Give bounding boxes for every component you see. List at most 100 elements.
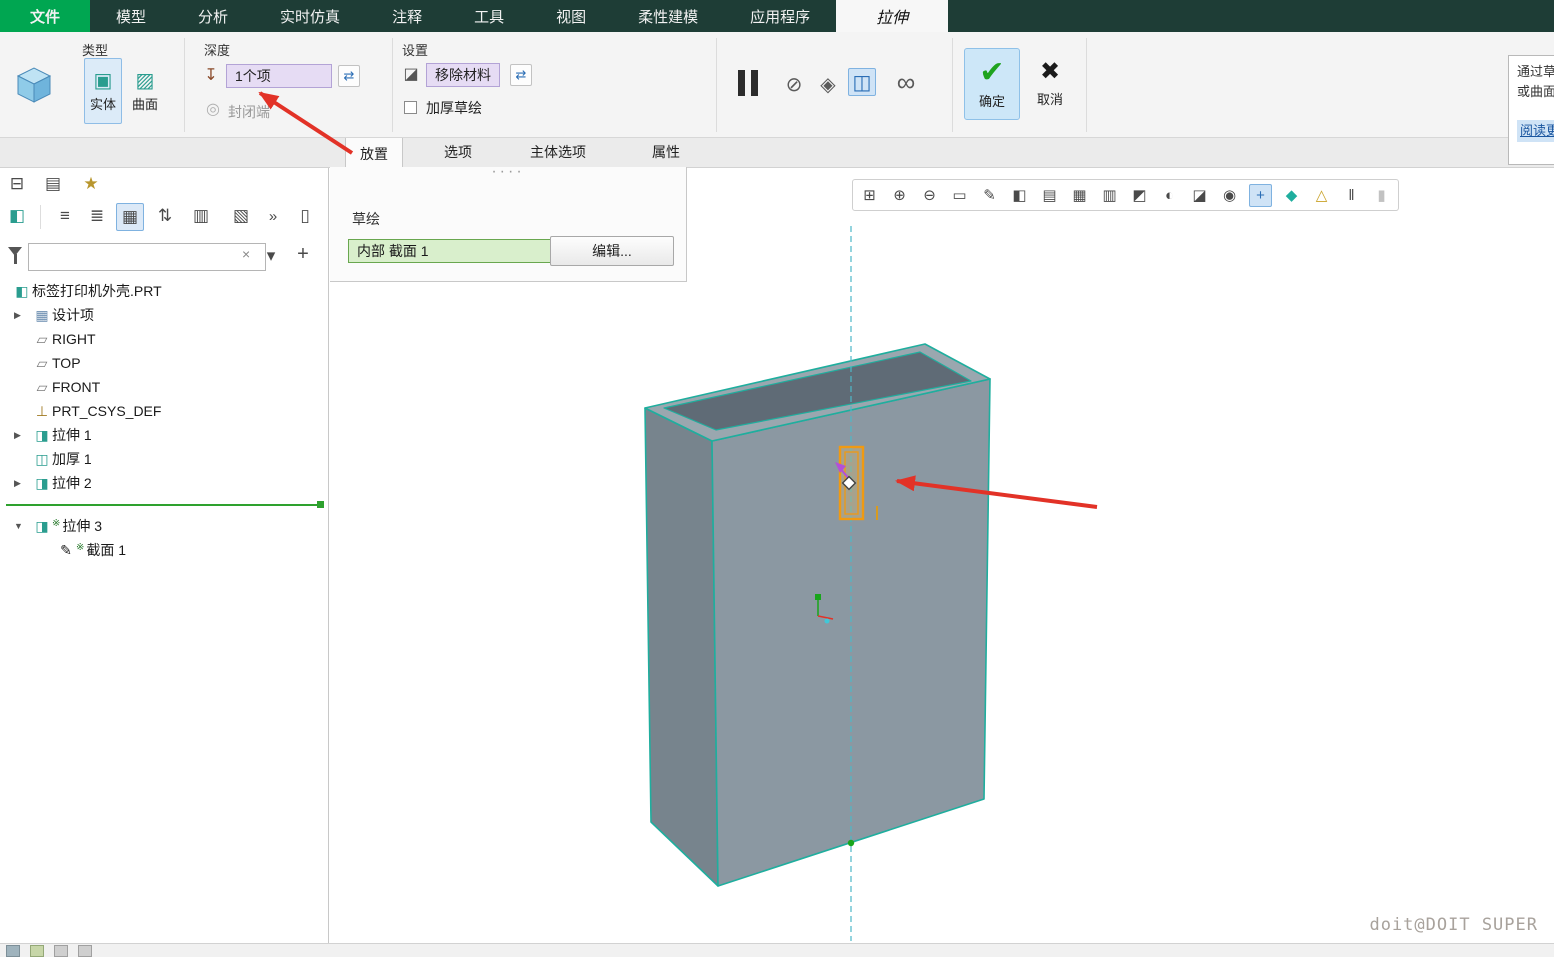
tree-settings-doc-icon[interactable]: ▯: [292, 203, 318, 229]
tree-item-thicken-1[interactable]: ◫ 加厚 1: [0, 447, 328, 471]
attached-preview-icon[interactable]: ◫: [848, 68, 876, 96]
expand-arrow-icon[interactable]: ▶: [14, 478, 32, 489]
flip-material-side-button[interactable]: ⇄: [510, 64, 532, 86]
solid-type-button[interactable]: ▣ 实体: [84, 58, 122, 124]
tab-options[interactable]: 选项: [430, 137, 486, 167]
menu-annotate[interactable]: 注释: [366, 0, 448, 32]
tree-search-input[interactable]: [28, 243, 266, 271]
menu-view[interactable]: 视图: [530, 0, 612, 32]
annotation-display-icon[interactable]: ◉: [1219, 185, 1240, 206]
tab-body-options[interactable]: 主体选项: [516, 137, 600, 167]
in-progress-marker: ※: [76, 542, 84, 553]
menu-analysis[interactable]: 分析: [172, 0, 254, 32]
zoom-region-icon[interactable]: ⊞: [859, 185, 880, 206]
remove-material-icon[interactable]: ◪: [400, 63, 422, 85]
capped-ends-label[interactable]: 封闭端: [228, 102, 270, 122]
tree-root-part[interactable]: ◧ 标签打印机外壳.PRT: [0, 279, 328, 303]
sketch-collector-field[interactable]: 内部 截面 1: [348, 239, 560, 263]
tree-item-section-1[interactable]: ✎ ※ 截面 1: [0, 538, 328, 562]
tree-filters-icon[interactable]: ≡: [52, 203, 78, 229]
tree-item-csys[interactable]: ⊥ PRT_CSYS_DEF: [0, 399, 328, 423]
preview-glasses-icon[interactable]: ∞: [888, 68, 924, 96]
repaint-icon[interactable]: ✎: [979, 185, 1000, 206]
csys-icon: ⊥: [32, 403, 52, 420]
flip-depth-direction-button[interactable]: ⇄: [338, 65, 360, 87]
tree-item-extrude-1[interactable]: ▶ ◨ 拉伸 1: [0, 423, 328, 447]
menu-flexible-modeling[interactable]: 柔性建模: [612, 0, 724, 32]
expand-arrow-icon[interactable]: ▶: [14, 430, 32, 441]
menu-file[interactable]: 文件: [0, 0, 90, 32]
show-tree-icon[interactable]: ◧: [4, 203, 30, 229]
remove-material-field[interactable]: 移除材料: [426, 63, 500, 87]
appearance-gallery-icon[interactable]: ◐: [1159, 185, 1180, 206]
tree-item-extrude-3[interactable]: ▼ ◨ ※ 拉伸 3: [0, 514, 328, 538]
toolbar-overflow-icon[interactable]: »: [260, 203, 286, 229]
ok-button[interactable]: ✔ 确定: [964, 48, 1020, 120]
graphics-viewport[interactable]: ⊞ ⊕ ⊖ ▭ ✎ ◧ ▤ ▦ ▥ ◩ ◐ ◪ ◉ + ◆ △ ‖ ▮ doit…: [328, 167, 1554, 943]
refit-icon[interactable]: ▭: [949, 185, 970, 206]
view-manager-icon[interactable]: ▦: [1069, 185, 1090, 206]
menu-realtime-simulation[interactable]: 实时仿真: [254, 0, 366, 32]
tab-placement[interactable]: 放置: [345, 137, 403, 169]
tree-item-design-items[interactable]: ▶ ▦ 设计项: [0, 303, 328, 327]
menu-model[interactable]: 模型: [90, 0, 172, 32]
zoom-out-icon[interactable]: ⊖: [919, 185, 940, 206]
thicken-sketch-label[interactable]: 加厚草绘: [426, 98, 482, 118]
spin-center-icon[interactable]: ◆: [1281, 185, 1302, 206]
tab-extrude-context[interactable]: 拉伸: [836, 0, 948, 32]
pause-graphics-icon[interactable]: ‖: [1341, 185, 1362, 206]
collapse-all-icon[interactable]: ▧: [228, 203, 254, 229]
tree-items-icon[interactable]: ≣: [84, 203, 110, 229]
menu-applications[interactable]: 应用程序: [724, 0, 836, 32]
no-preview-icon[interactable]: ⊘: [780, 70, 808, 98]
tree-item-front-plane[interactable]: ▱ FRONT: [0, 375, 328, 399]
add-filter-button[interactable]: +: [290, 241, 316, 267]
status-icon[interactable]: [78, 945, 92, 957]
surface-type-button[interactable]: ▨ 曲面: [126, 58, 164, 124]
notification-warning-icon[interactable]: △: [1311, 185, 1332, 206]
tree-item-label: TOP: [52, 355, 81, 371]
model-left-face[interactable]: [645, 408, 718, 886]
pause-button[interactable]: [738, 70, 758, 96]
scene-icon[interactable]: ◩: [1129, 185, 1150, 206]
display-style-icon[interactable]: ◧: [1009, 185, 1030, 206]
expand-arrow-icon[interactable]: ▶: [14, 310, 32, 321]
search-dropdown-caret[interactable]: ▾: [262, 243, 280, 269]
thicken-sketch-checkbox[interactable]: [404, 101, 417, 114]
tree-item-label: PRT_CSYS_DEF: [52, 403, 161, 419]
capture-image-icon[interactable]: ▥: [1099, 185, 1120, 206]
group-settings-label: 设置: [402, 40, 428, 59]
sort-tree-icon[interactable]: ⇅: [152, 203, 178, 229]
zoom-in-icon[interactable]: ⊕: [889, 185, 910, 206]
verify-icon[interactable]: ◈: [814, 70, 842, 98]
clear-search-icon[interactable]: ×: [242, 246, 250, 262]
tree-item-extrude-2[interactable]: ▶ ◨ 拉伸 2: [0, 471, 328, 495]
tree-item-top-plane[interactable]: ▱ TOP: [0, 351, 328, 375]
extrude-icon: ◨: [32, 475, 52, 492]
section-view-icon[interactable]: ◪: [1189, 185, 1210, 206]
panel-grip-handle[interactable]: ····: [330, 167, 686, 177]
edit-sketch-button[interactable]: 编辑...: [550, 236, 674, 266]
insertion-locator[interactable]: [6, 504, 322, 506]
tree-item-right-plane[interactable]: ▱ RIGHT: [0, 327, 328, 351]
menu-tools[interactable]: 工具: [448, 0, 530, 32]
status-icon[interactable]: [54, 945, 68, 957]
datum-display-icon[interactable]: +: [1249, 184, 1272, 207]
csys-origin-dot[interactable]: [815, 594, 821, 600]
folder-browser-icon[interactable]: ▤: [40, 171, 66, 197]
status-icon[interactable]: [30, 945, 44, 957]
depth-type-icon[interactable]: ↧: [200, 64, 222, 86]
style-tree-icon[interactable]: ▥: [188, 203, 214, 229]
favorites-icon[interactable]: ★: [78, 171, 104, 197]
status-icon[interactable]: [6, 945, 20, 957]
surface-icon: ▨: [134, 70, 156, 92]
tab-properties[interactable]: 属性: [638, 137, 694, 167]
depth-value-combo[interactable]: 1个项: [226, 64, 332, 88]
model-tree-tab-icon[interactable]: ⊟: [4, 171, 30, 197]
cancel-button[interactable]: ✖ 取消: [1024, 48, 1076, 120]
extrude-feature-icon: [10, 60, 58, 108]
saved-orientations-icon[interactable]: ▤: [1039, 185, 1060, 206]
tree-columns-icon[interactable]: ▦: [116, 203, 144, 231]
collapse-arrow-icon[interactable]: ▼: [14, 521, 32, 531]
read-more-link[interactable]: 阅读更: [1517, 120, 1554, 142]
